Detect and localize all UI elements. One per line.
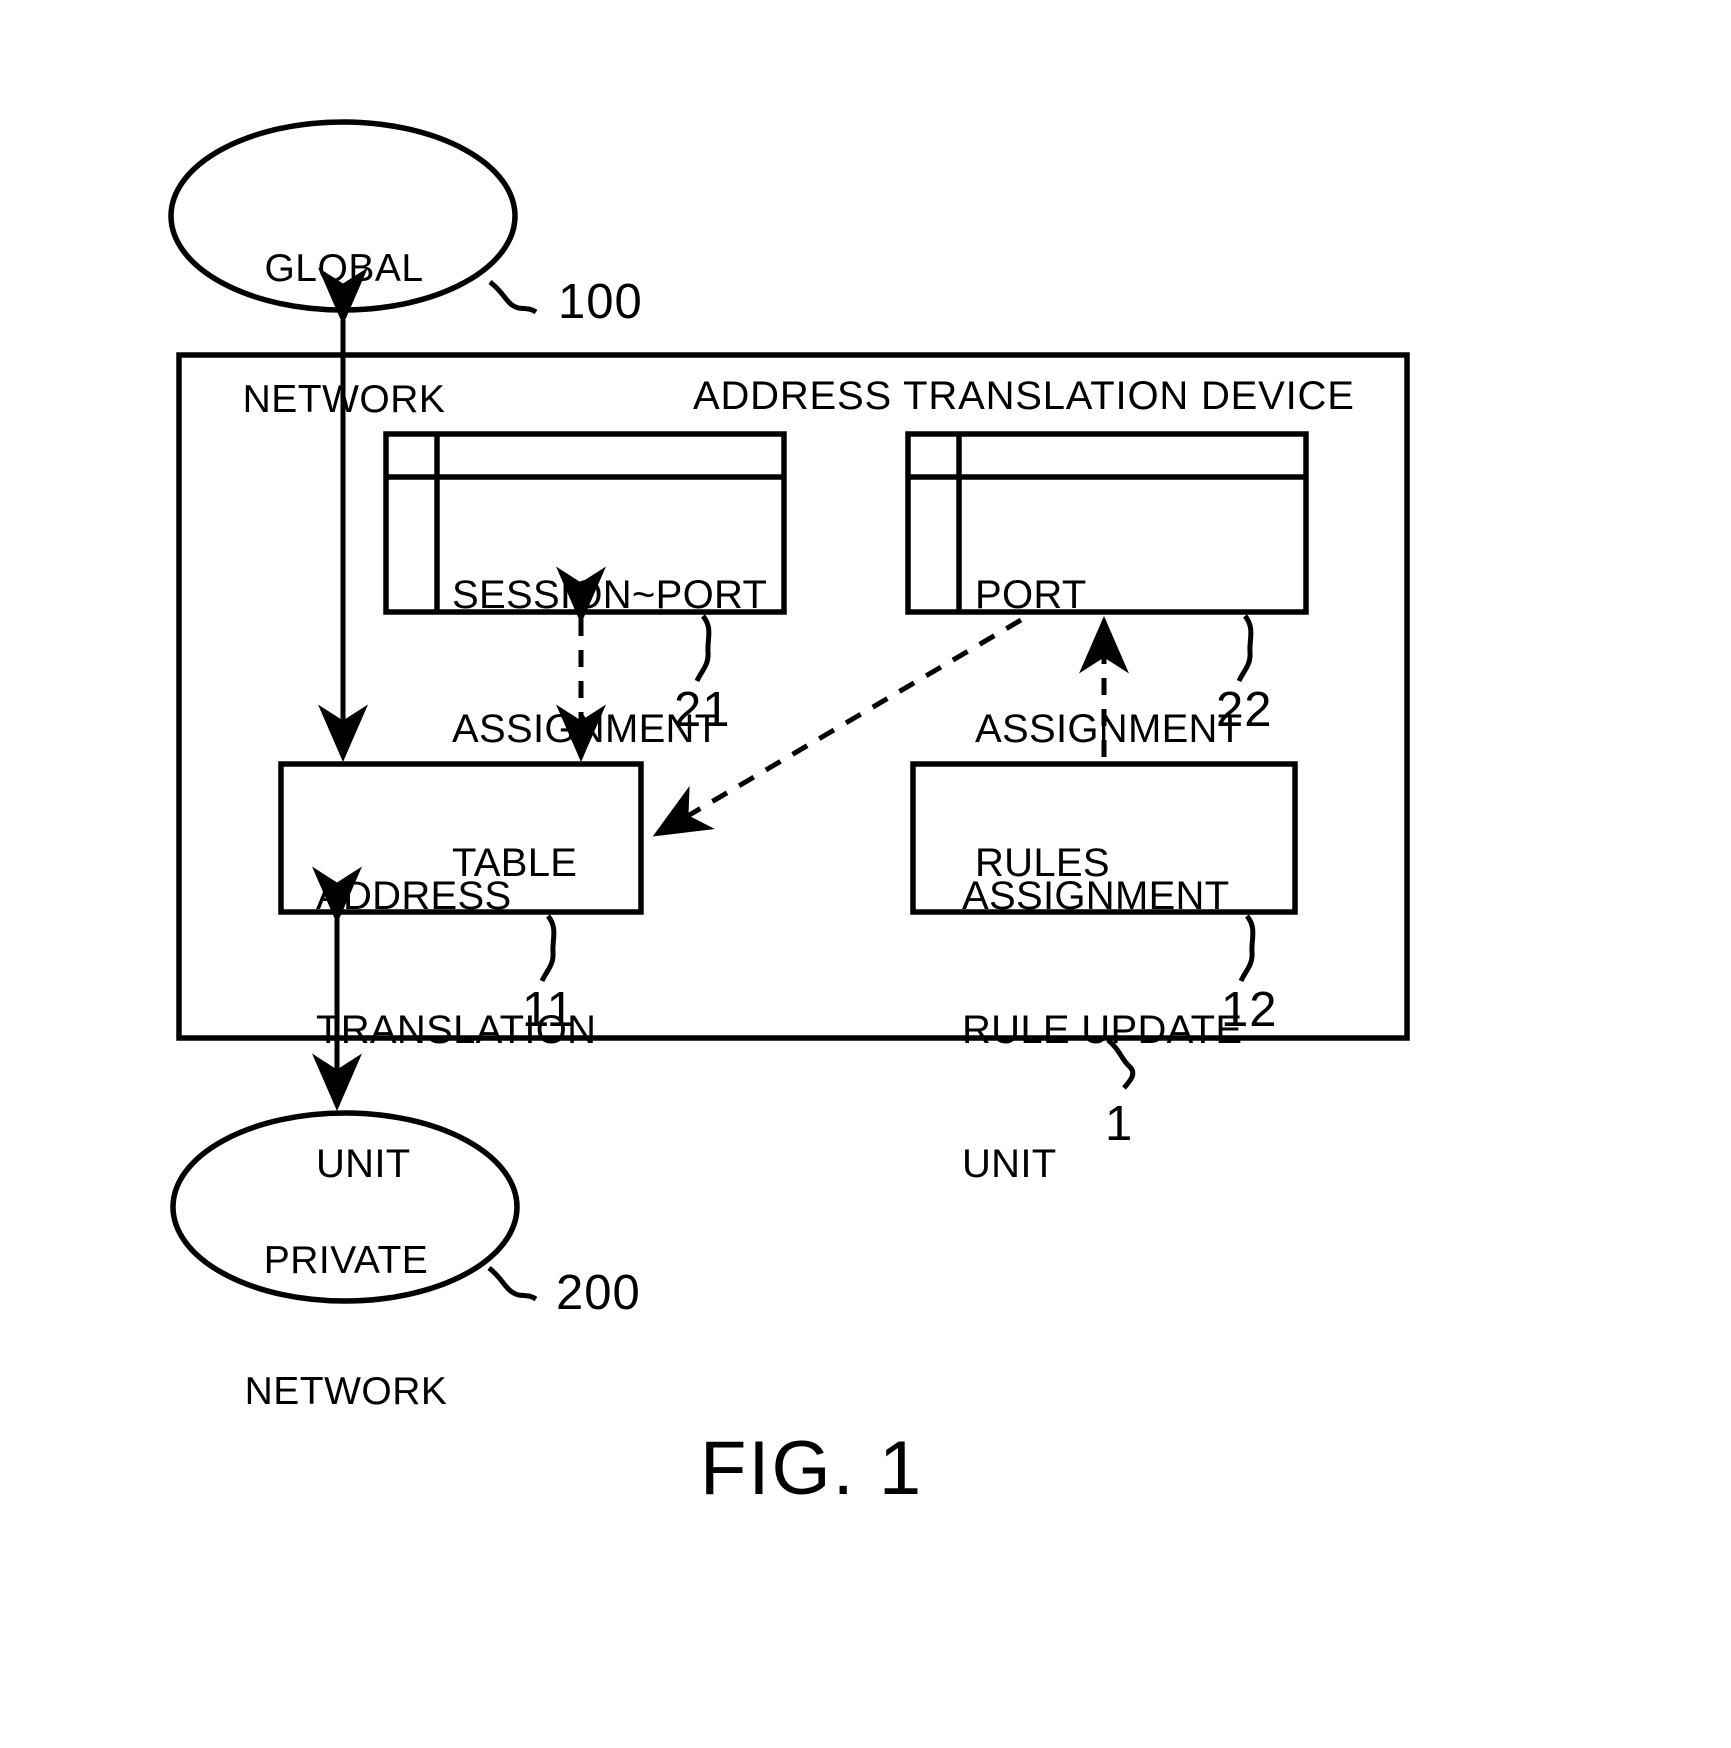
private-network-label-line1: PRIVATE <box>263 1239 429 1283</box>
private-network-label: PRIVATE NETWORK <box>217 1152 475 1501</box>
global-network-ref: 100 <box>558 275 643 329</box>
port-assignment-rules-label-line1: PORT <box>975 572 1087 617</box>
address-translation-unit-label-line1: ADDRESS <box>316 873 512 918</box>
session-port-table-ref: 21 <box>674 683 731 737</box>
assignment-rule-update-unit-label-line3: UNIT <box>962 1142 1057 1187</box>
global-network-label-line1: GLOBAL <box>264 247 424 291</box>
assignment-rule-update-unit-ref-leader <box>1238 914 1256 983</box>
address-translation-unit-ref: 11 <box>522 983 575 1037</box>
assignment-rule-update-unit-label-line1: ASSIGNMENT <box>962 873 1230 918</box>
private-network-label-line2: NETWORK <box>244 1370 448 1414</box>
figure-caption: FIG. 1 <box>700 1426 924 1511</box>
assignment-rule-update-unit-label-line2: RULE UPDATE <box>962 1007 1243 1052</box>
figure-canvas: GLOBAL NETWORK 100 ADDRESS TRANSLATION D… <box>0 0 1731 1748</box>
private-network-ref: 200 <box>556 1266 641 1320</box>
address-translation-device-title: ADDRESS TRANSLATION DEVICE <box>693 374 1355 418</box>
port-assignment-rules-label-line2: ASSIGNMENT <box>975 706 1243 751</box>
global-network-leader <box>488 280 538 315</box>
assignment-rule-update-unit-label: ASSIGNMENT RULE UPDATE UNIT <box>962 784 1242 1277</box>
session-port-table-label-line1: SESSION~PORT <box>452 572 768 617</box>
port-assignment-rules-ref: 22 <box>1216 683 1273 737</box>
global-network-label-line2: NETWORK <box>242 378 446 422</box>
global-network-label: GLOBAL NETWORK <box>215 160 473 509</box>
assignment-rule-update-unit-ref: 12 <box>1221 983 1278 1037</box>
